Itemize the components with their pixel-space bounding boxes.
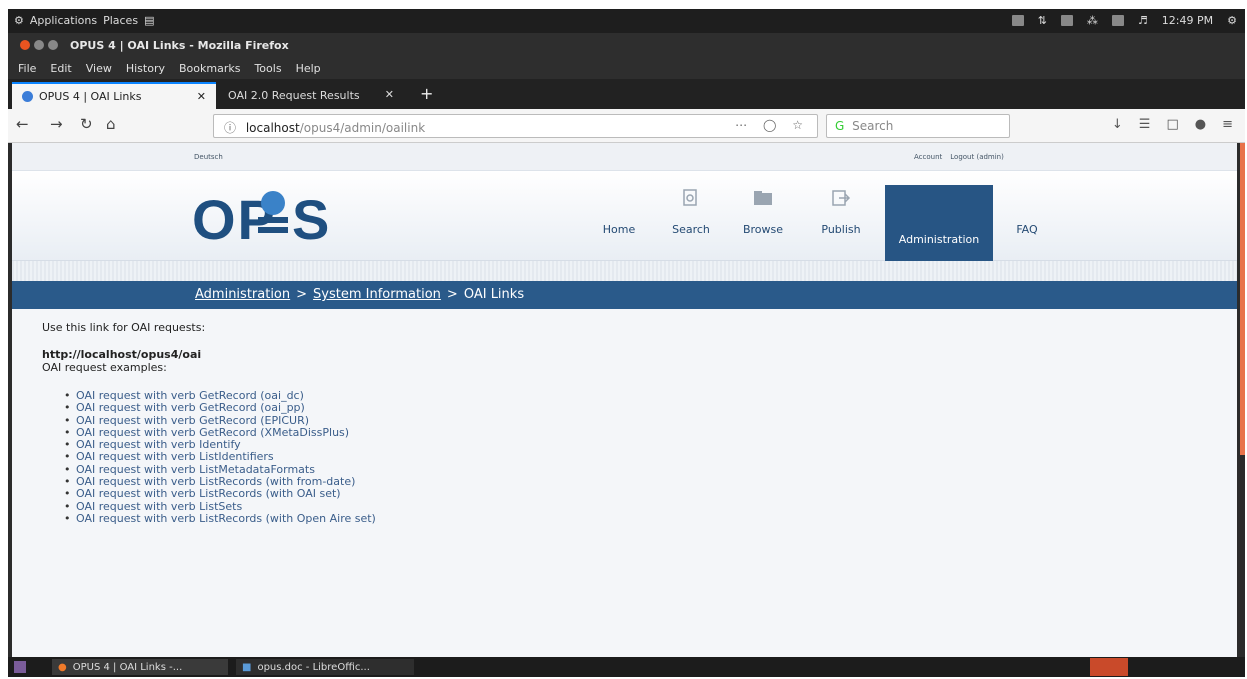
logout-link[interactable]: Logout (admin) (950, 153, 1004, 161)
taskbar-label: OPUS 4 | OAI Links -... (72, 661, 183, 673)
url-host: localhost (245, 121, 300, 135)
taskbar: ● OPUS 4 | OAI Links -... ■ opus.doc - L… (8, 657, 1245, 677)
hamburger-menu-icon[interactable]: ≡ (1222, 117, 1233, 132)
url-bar[interactable]: ⓘ localhost/opus4/admin/oailink ⋯ ◯ ☆ (213, 114, 818, 138)
close-tab-icon[interactable]: ✕ (385, 88, 394, 101)
menu-edit[interactable]: Edit (50, 62, 71, 75)
applications-icon: ⚙ (14, 14, 24, 27)
firefox-icon: ● (58, 661, 67, 673)
firefox-account-icon[interactable]: ● (1195, 117, 1206, 132)
battery-icon[interactable] (1111, 15, 1124, 26)
tab-opus-oai-links[interactable]: OPUS 4 | OAI Links ✕ (12, 82, 216, 109)
search-input[interactable]: G Search (826, 114, 1010, 138)
sidebar-icon[interactable]: □ (1166, 117, 1178, 132)
window-title: OPUS 4 | OAI Links - Mozilla Firefox (70, 39, 289, 52)
menu-bookmarks[interactable]: Bookmarks (179, 62, 240, 75)
minimize-window-icon[interactable] (34, 40, 44, 50)
tab-oai-request-results[interactable]: OAI 2.0 Request Results ✕ (218, 82, 404, 109)
folder-icon (754, 191, 772, 205)
breadcrumb-current: OAI Links (463, 287, 525, 302)
new-tab-icon[interactable]: + (420, 84, 433, 103)
window-title-bar: OPUS 4 | OAI Links - Mozilla Firefox (8, 33, 1245, 57)
account-link[interactable]: Account (914, 153, 942, 161)
search-page-icon (683, 189, 697, 206)
tab-label: OAI 2.0 Request Results (228, 89, 360, 102)
opus-favicon-icon (22, 91, 33, 102)
oai-example-link[interactable]: OAI request with verb ListRecords (with … (64, 512, 942, 525)
page-actions-icon[interactable]: ⋯ (735, 118, 753, 132)
taskbar-firefox[interactable]: ● OPUS 4 | OAI Links -... (52, 659, 228, 675)
menu-tools[interactable]: Tools (254, 62, 281, 75)
site-info-icon[interactable]: ⓘ (224, 121, 236, 135)
maximize-window-icon[interactable] (48, 40, 58, 50)
svg-text:S: S (292, 188, 329, 251)
bluetooth-icon[interactable]: ⁂ (1087, 14, 1098, 27)
opus-logo[interactable]: OP S (192, 181, 352, 251)
menu-file[interactable]: File (18, 62, 36, 75)
downloads-icon[interactable]: ↓ (1112, 117, 1123, 132)
system-top-bar: ⚙ Applications Places ▤ ⇅ ⁂ ♬ 12:49 PM ⚙ (8, 9, 1245, 33)
nav-faq[interactable]: FAQ (994, 171, 1060, 253)
network-icon[interactable]: ⇅ (1038, 14, 1047, 27)
pocket-icon[interactable]: ◯ (763, 118, 782, 132)
breadcrumb-separator: > (446, 287, 458, 302)
intro-text: Use this link for OAI requests: (42, 321, 206, 334)
volume-icon[interactable]: ♬ (1138, 14, 1148, 27)
language-link[interactable]: Deutsch (194, 153, 223, 161)
tab-label: OPUS 4 | OAI Links (39, 90, 142, 103)
url-path: /opus4/admin/oailink (299, 121, 426, 135)
search-engine-icon[interactable]: G (835, 119, 844, 133)
taskbar-libreoffice[interactable]: ■ opus.doc - LibreOffic... (236, 659, 414, 675)
scrollbar[interactable] (1240, 143, 1245, 455)
menu-history[interactable]: History (126, 62, 165, 75)
nav-browse[interactable]: Browse (730, 171, 796, 253)
settings-icon[interactable]: ⚙ (1227, 14, 1237, 27)
oai-examples-list: OAI request with verb GetRecord (oai_dc)… (42, 389, 942, 525)
forward-arrow-icon[interactable]: → (50, 115, 63, 133)
oai-url[interactable]: http://localhost/opus4/oai (42, 348, 942, 361)
menu-bar: File Edit View History Bookmarks Tools H… (8, 57, 1245, 79)
keyboard-icon[interactable] (1060, 15, 1073, 26)
navigation-toolbar: ← → ↻ ⌂ ⓘ localhost/opus4/admin/oailink … (8, 109, 1245, 143)
desktop-frame: ⚙ Applications Places ▤ ⇅ ⁂ ♬ 12:49 PM ⚙… (8, 9, 1245, 677)
tab-strip: OPUS 4 | OAI Links ✕ OAI 2.0 Request Res… (8, 79, 1245, 109)
library-icon[interactable]: ☰ (1139, 117, 1151, 132)
workspace-switcher[interactable] (1090, 658, 1128, 676)
home-icon[interactable]: ⌂ (106, 115, 116, 133)
show-desktop-icon[interactable] (14, 661, 26, 673)
libreoffice-icon: ■ (242, 661, 252, 673)
nav-administration[interactable]: Administration (885, 185, 993, 261)
oai-example-link[interactable]: OAI request with verb GetRecord (oai_pp) (64, 401, 942, 414)
workspace-icon[interactable] (1011, 15, 1024, 26)
clock[interactable]: 12:49 PM (1162, 14, 1213, 27)
close-tab-icon[interactable]: ✕ (197, 90, 206, 103)
oai-example-link[interactable]: OAI request with verb ListRecords (with … (64, 488, 942, 501)
breadcrumb-administration[interactable]: Administration (195, 287, 290, 302)
nav-publish[interactable]: Publish (808, 171, 874, 253)
places-menu[interactable]: Places (103, 14, 138, 27)
menu-help[interactable]: Help (296, 62, 321, 75)
site-header: OP S Home Search Browse Publish Administ… (12, 171, 1237, 261)
nav-search[interactable]: Search (658, 171, 724, 253)
close-window-icon[interactable] (20, 40, 30, 50)
publish-icon (832, 190, 851, 206)
examples-label: OAI request examples: (42, 361, 167, 374)
breadcrumb: Administration > System Information > OAI Li… (12, 281, 1237, 309)
web-page: Deutsch Account Logout (admin) OP S Home… (12, 143, 1237, 657)
decorative-stripe (12, 261, 1237, 281)
search-placeholder: Search (852, 119, 894, 133)
menu-view[interactable]: View (86, 62, 112, 75)
main-content: Use this link for OAI requests: http://l… (42, 321, 942, 526)
window-list-icon[interactable]: ▤ (144, 14, 154, 27)
meta-bar: Deutsch Account Logout (admin) (12, 143, 1237, 171)
breadcrumb-separator: > (296, 287, 308, 302)
oai-example-link[interactable]: OAI request with verb ListIdentifiers (64, 451, 942, 464)
bookmark-star-icon[interactable]: ☆ (792, 118, 809, 132)
nav-home[interactable]: Home (586, 171, 652, 253)
breadcrumb-system-information[interactable]: System Information (313, 287, 441, 302)
reload-icon[interactable]: ↻ (80, 115, 93, 133)
taskbar-label: opus.doc - LibreOffic... (257, 661, 370, 673)
applications-menu[interactable]: Applications (30, 14, 97, 27)
back-arrow-icon[interactable]: ← (16, 115, 29, 133)
